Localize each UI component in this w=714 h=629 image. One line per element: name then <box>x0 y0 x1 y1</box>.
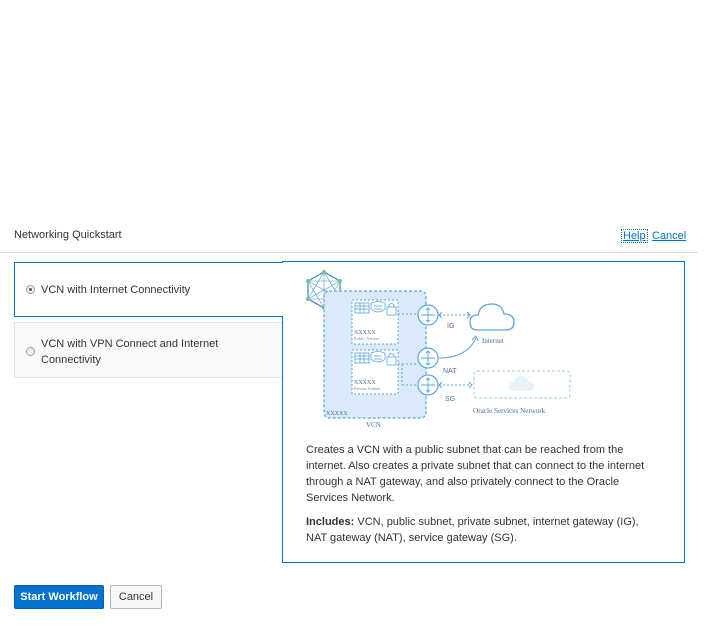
includes-label: Includes: <box>306 516 355 528</box>
option-description: Creates a VCN with a public subnet that … <box>306 444 645 504</box>
nat-gateway-icon <box>417 347 439 369</box>
cancel-link[interactable]: Cancel <box>652 230 686 242</box>
internet-label: Internet <box>482 337 504 345</box>
option-details-panel: XXXXX Public Subnet XXXXX Private Subnet… <box>282 261 685 563</box>
sg-label: SG <box>445 396 455 403</box>
includes-list: VCN, public subnet, private subnet, inte… <box>306 516 639 544</box>
network-diagram: XXXXX Public Subnet XXXXX Private Subnet… <box>306 270 571 429</box>
networking-quickstart-dialog: Networking Quickstart Help Cancel VCN wi… <box>0 219 698 629</box>
radio-vcn-internet[interactable] <box>26 285 35 294</box>
dialog-title: Networking Quickstart <box>14 229 122 241</box>
vcn-label: VCN <box>366 421 381 429</box>
dialog-header: Networking Quickstart Help Cancel <box>0 219 698 253</box>
ig-label: IG <box>447 323 454 330</box>
start-workflow-button[interactable]: Start Workflow <box>14 585 104 609</box>
includes-text: Includes: VCN, public subnet, private su… <box>306 514 661 546</box>
vcn-id: XXXXX <box>326 411 348 417</box>
nat-label: NAT <box>443 368 457 375</box>
option-label: VCN with VPN Connect and Internet Connec… <box>41 338 219 366</box>
cancel-button[interactable]: Cancel <box>110 585 162 609</box>
private-subnet-label: Private Subnet <box>354 386 381 391</box>
radio-vcn-vpn-internet[interactable] <box>26 347 35 356</box>
public-subnet-label: Public Subnet <box>354 336 380 341</box>
option-vcn-vpn-internet[interactable]: VCN with VPN Connect and Internet Connec… <box>14 322 283 378</box>
help-link[interactable]: Help <box>621 229 648 243</box>
oracle-services-label: Oracle Services Network <box>473 407 546 415</box>
internet-cloud-icon <box>469 303 515 331</box>
option-vcn-internet[interactable]: VCN with Internet Connectivity <box>14 262 285 317</box>
service-gateway-icon <box>417 374 439 396</box>
internet-gateway-icon <box>417 304 439 326</box>
option-label: VCN with Internet Connectivity <box>41 284 191 296</box>
